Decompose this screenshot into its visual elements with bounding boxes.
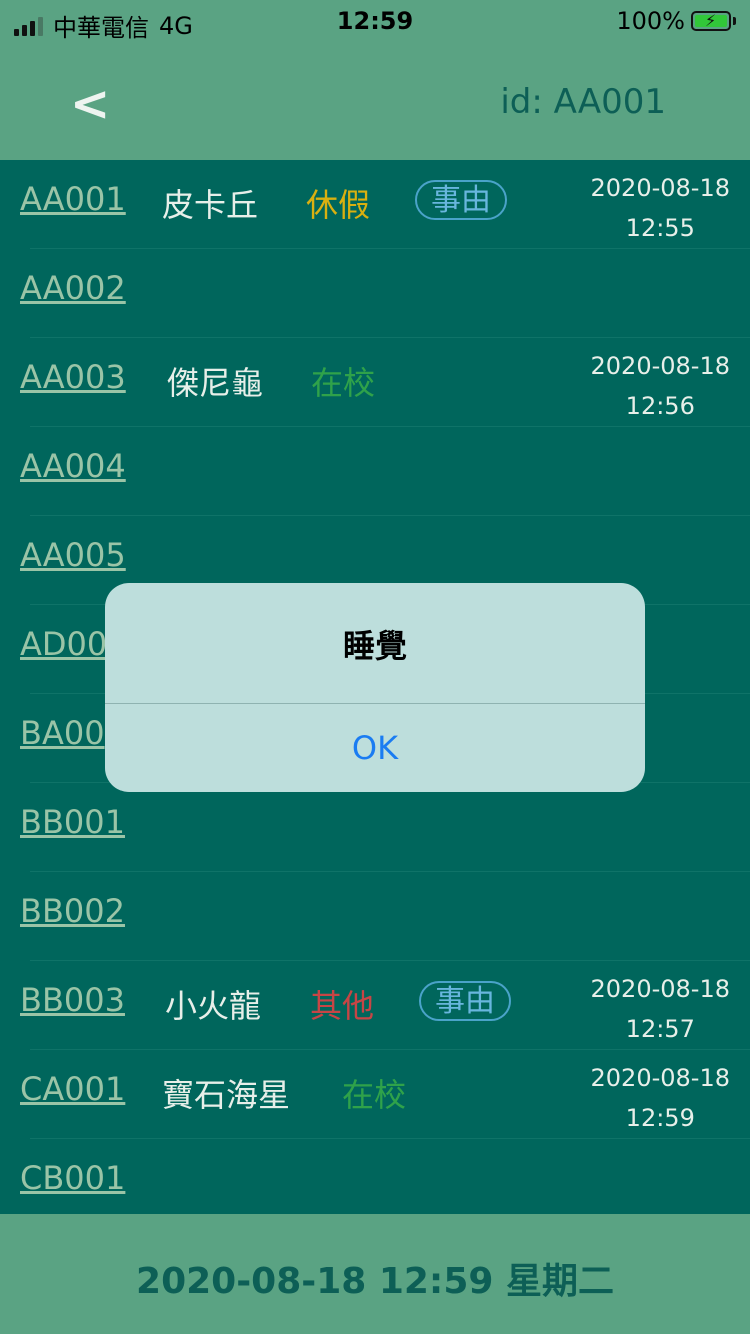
alert-dialog: 睡覺 OK <box>105 583 645 792</box>
alert-overlay: 睡覺 OK <box>0 0 750 1334</box>
alert-ok-button[interactable]: OK <box>105 704 645 792</box>
alert-title: 睡覺 <box>342 627 407 665</box>
